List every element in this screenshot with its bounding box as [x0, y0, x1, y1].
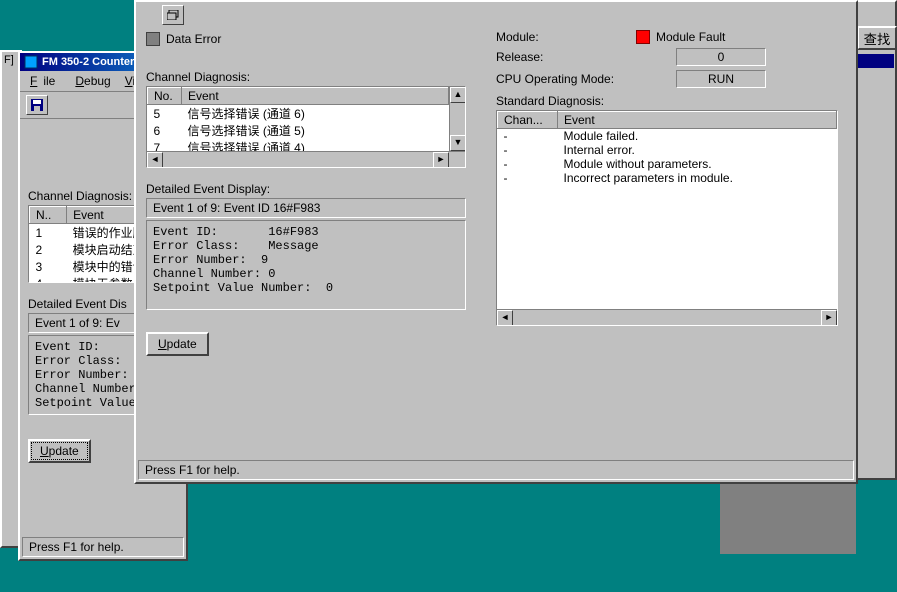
table-row[interactable]: 7信号选择错误 (通道 4) — [148, 139, 449, 151]
cpu-mode-label: CPU Operating Mode: — [496, 72, 636, 86]
right-indicator — [858, 54, 894, 68]
table-row[interactable]: 5信号选择错误 (通道 6) — [148, 105, 449, 123]
scroll-left-icon[interactable]: ◄ — [147, 152, 163, 168]
release-label: Release: — [496, 50, 636, 64]
standard-diagnosis-table[interactable]: Chan...Event -Module failed. -Internal e… — [496, 110, 838, 326]
statusbar-back: Press F1 for help. — [22, 537, 184, 557]
standard-diag-label: Standard Diagnosis: — [496, 94, 848, 108]
col-chan[interactable]: Chan... — [498, 112, 558, 129]
title-text-back: FM 350-2 Counter — [42, 56, 134, 68]
table-row[interactable]: -Module without parameters. — [498, 157, 837, 171]
module-fault-label: Module Fault — [656, 30, 725, 44]
update-button-back[interactable]: Update — [28, 439, 91, 463]
table-row[interactable]: -Internal error. — [498, 143, 837, 157]
find-button[interactable]: 查找 — [857, 26, 897, 50]
channel-diagnosis-table[interactable]: No.Event 5信号选择错误 (通道 6) 6信号选择错误 (通道 5) 7… — [146, 86, 466, 168]
toolbar-front — [136, 2, 856, 22]
scroll-up-icon[interactable]: ▲ — [450, 87, 466, 103]
table-row[interactable]: -Incorrect parameters in module. — [498, 171, 837, 185]
cpu-mode-value: RUN — [676, 70, 766, 88]
release-value: 0 — [676, 48, 766, 66]
scrollbar-horizontal[interactable]: ◄► — [497, 309, 837, 325]
col-no[interactable]: No. — [148, 88, 182, 105]
foreground-window: Data Error Channel Diagnosis: No.Event 5… — [134, 0, 858, 484]
scroll-down-icon[interactable]: ▼ — [450, 135, 466, 151]
app-icon — [24, 55, 38, 69]
save-icon-button[interactable] — [26, 95, 48, 115]
detail-header: Event 1 of 9: Event ID 16#F983 — [146, 198, 466, 218]
update-button[interactable]: Update — [146, 332, 209, 356]
menu-file[interactable]: File — [24, 73, 67, 89]
col-event[interactable]: Event — [182, 88, 449, 105]
scroll-left-icon[interactable]: ◄ — [497, 310, 513, 326]
module-label: Module: — [496, 30, 636, 44]
statusbar-front: Press F1 for help. — [138, 460, 854, 480]
find-label: 查找 — [864, 29, 891, 48]
table-row[interactable]: 6信号选择错误 (通道 5) — [148, 122, 449, 139]
menu-debug[interactable]: Debug — [69, 73, 116, 89]
channel-diag-label: Channel Diagnosis: — [146, 70, 466, 84]
floppy-icon — [30, 98, 44, 112]
detail-body: Event ID: 16#F983 Error Class: Message E… — [146, 220, 466, 310]
detailed-event-label: Detailed Event Display: — [146, 182, 466, 196]
restore-icon — [167, 10, 179, 20]
decoration-block — [720, 482, 856, 554]
scrollbar-vertical[interactable]: ▲▼ — [449, 87, 465, 151]
scrollbar-horizontal[interactable]: ◄► — [147, 151, 465, 167]
data-error-led — [146, 32, 160, 46]
scroll-right-icon[interactable]: ► — [433, 152, 449, 168]
module-fault-led — [636, 30, 650, 44]
col-n[interactable]: N.. — [30, 207, 67, 224]
table-row[interactable]: -Module failed. — [498, 129, 837, 144]
data-error-label: Data Error — [166, 32, 221, 46]
scroll-right-icon[interactable]: ► — [821, 310, 837, 326]
col-sevent[interactable]: Event — [558, 112, 837, 129]
